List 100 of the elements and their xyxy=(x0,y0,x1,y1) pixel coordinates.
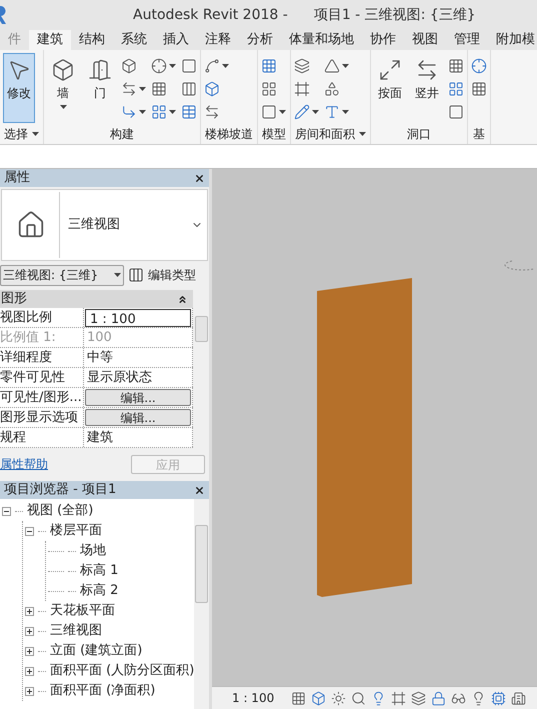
expand-toggle[interactable] xyxy=(25,666,34,676)
ribbon-tool-button[interactable]: 按面 xyxy=(374,53,406,123)
tree-item[interactable]: 立面 (建筑立面) xyxy=(50,641,142,661)
tree-item[interactable]: 标高 1 xyxy=(80,561,118,581)
collapse-toggle[interactable] xyxy=(2,506,11,516)
tool-icon[interactable] xyxy=(471,58,487,74)
panel-label: 选择 xyxy=(4,126,28,143)
ribbon-tab[interactable]: 视图 xyxy=(404,30,446,50)
tool-icon[interactable] xyxy=(261,104,277,120)
tool-icon[interactable] xyxy=(151,81,167,97)
tool-icon[interactable] xyxy=(324,58,340,74)
property-label: 可见性/图形... xyxy=(0,388,84,407)
tool-icon[interactable] xyxy=(151,104,167,120)
view-control-icon[interactable] xyxy=(351,690,366,706)
expand-toggle[interactable] xyxy=(25,686,34,696)
tree-item[interactable]: 天花板平面 xyxy=(50,601,115,621)
close-icon[interactable] xyxy=(194,172,205,184)
tool-icon xyxy=(51,58,75,82)
close-icon[interactable] xyxy=(194,484,205,496)
tool-icon[interactable] xyxy=(151,58,167,74)
scrollbar[interactable] xyxy=(194,499,209,709)
property-label: 图形显示选项 xyxy=(0,408,84,427)
edit-type-button[interactable]: 编辑类型 xyxy=(128,266,196,284)
tool-icon[interactable] xyxy=(324,104,340,120)
tool-icon[interactable] xyxy=(204,104,220,120)
tool-icon[interactable] xyxy=(121,104,137,120)
ribbon-tab[interactable]: 结构 xyxy=(71,30,113,50)
view-control-icon[interactable] xyxy=(491,690,506,706)
ribbon-tab[interactable]: 注释 xyxy=(197,30,239,50)
property-value: 中等 xyxy=(86,348,114,367)
tool-icon[interactable] xyxy=(261,58,277,74)
instance-dropdown[interactable]: 三维视图: {三维} xyxy=(0,264,124,286)
ribbon-tab[interactable]: 协作 xyxy=(362,30,404,50)
window-title: Autodesk Revit 2018 - xyxy=(133,6,288,24)
ribbon-tab[interactable]: 附加模 xyxy=(488,30,537,50)
collapse-toggle[interactable] xyxy=(25,526,34,536)
ribbon-tool-button[interactable]: 墙 xyxy=(47,53,79,123)
ribbon-tab[interactable]: 分析 xyxy=(239,30,281,50)
tool-icon[interactable] xyxy=(294,58,310,74)
tool-icon[interactable] xyxy=(121,58,137,74)
ribbon-tab[interactable]: 系统 xyxy=(113,30,155,50)
type-name: 三维视图 xyxy=(68,216,121,234)
tool-icon[interactable] xyxy=(471,81,487,97)
tool-icon[interactable] xyxy=(204,81,220,97)
ribbon-tool-button[interactable]: 修改 xyxy=(3,53,35,123)
expand-toggle[interactable] xyxy=(25,626,34,636)
tool-icon[interactable] xyxy=(204,58,220,74)
tool-icon[interactable] xyxy=(181,81,197,97)
tool-icon xyxy=(88,58,112,82)
view-control-icon[interactable] xyxy=(411,690,426,706)
panel-label: 洞口 xyxy=(407,126,431,143)
edit-button[interactable]: 编辑... xyxy=(85,409,191,426)
tree-item[interactable]: 楼层平面 xyxy=(50,521,102,541)
ribbon-tab[interactable]: 管理 xyxy=(446,30,488,50)
view-control-icon[interactable] xyxy=(291,690,306,706)
help-link[interactable]: 属性帮助 xyxy=(0,455,48,473)
tree-item[interactable]: 视图 (全部) xyxy=(27,501,94,521)
tool-icon[interactable] xyxy=(121,81,137,97)
group-header: 图形 xyxy=(0,290,193,308)
tree-item[interactable]: 面积平面 (净面积) xyxy=(50,681,156,701)
scale-label[interactable]: 1 : 100 xyxy=(232,689,274,707)
dropdown-caret-icon xyxy=(114,273,121,277)
edit-type-icon xyxy=(128,267,144,283)
tool-icon[interactable] xyxy=(448,58,464,74)
panel-label: 基 xyxy=(473,126,485,143)
ribbon-tool-button[interactable]: 竖井 xyxy=(411,53,443,123)
tool-icon[interactable] xyxy=(181,58,197,74)
tool-icon[interactable] xyxy=(294,81,310,97)
tree-item[interactable]: 面积平面 (人防分区面积) xyxy=(50,661,194,681)
tool-icon[interactable] xyxy=(448,104,464,120)
ribbon-tab[interactable]: 插入 xyxy=(155,30,197,50)
panel-title: 项目浏览器 - 项目1 xyxy=(4,481,116,500)
view-control-icon[interactable] xyxy=(311,690,326,706)
tool-icon[interactable] xyxy=(181,104,197,120)
edit-button[interactable]: 编辑... xyxy=(85,389,191,406)
property-field[interactable]: 1 : 100 xyxy=(85,308,191,326)
tree-item[interactable]: 场地 xyxy=(80,541,106,561)
property-label: 零件可见性 xyxy=(0,368,84,387)
tool-icon xyxy=(378,58,402,82)
type-selector[interactable]: 三维视图 xyxy=(1,189,208,261)
view-control-icon[interactable] xyxy=(331,690,346,706)
view-control-icon[interactable] xyxy=(391,690,406,706)
ribbon-tool-button[interactable]: 门 xyxy=(84,53,116,123)
view-control-icon[interactable] xyxy=(511,690,526,706)
view-control-icon[interactable] xyxy=(431,690,446,706)
ribbon-tab[interactable]: 体量和场地 xyxy=(281,30,362,50)
tool-icon[interactable] xyxy=(294,104,310,120)
property-label: 比例值 1: xyxy=(0,328,84,347)
tree-item[interactable]: 标高 2 xyxy=(80,581,118,601)
ribbon-tab[interactable]: 建筑 xyxy=(29,30,71,50)
tree-item[interactable]: 三维视图 xyxy=(50,621,102,641)
tool-icon[interactable] xyxy=(448,81,464,97)
panel-label: 构建 xyxy=(110,126,134,143)
expand-toggle[interactable] xyxy=(25,606,34,616)
tool-icon[interactable] xyxy=(261,81,277,97)
expand-toggle[interactable] xyxy=(25,646,34,656)
collapse-icon[interactable] xyxy=(177,294,188,304)
tool-icon[interactable] xyxy=(324,81,340,97)
dropdown-caret-icon xyxy=(60,105,66,109)
property-value: 100 xyxy=(86,328,113,347)
